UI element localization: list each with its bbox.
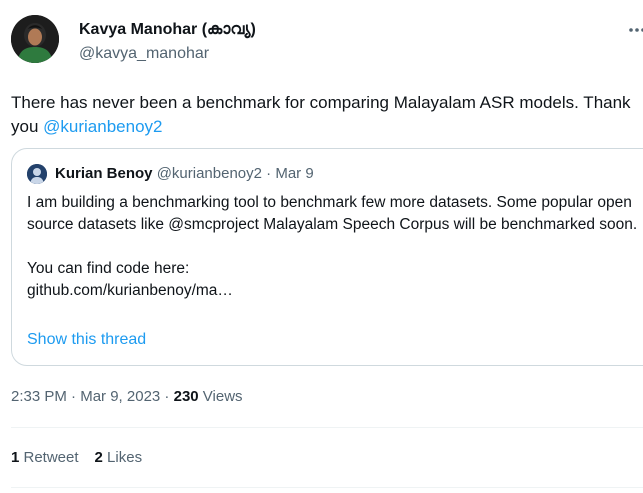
retweets-stat[interactable]: 1 Retweet xyxy=(11,449,79,466)
author-avatar[interactable] xyxy=(11,15,59,63)
tweet-time[interactable]: 2:33 PM xyxy=(11,388,67,405)
quoted-avatar-photo-icon xyxy=(27,164,47,184)
likes-stat[interactable]: 2 Likes xyxy=(95,449,143,466)
meta-separator: · xyxy=(66,388,81,405)
likes-label: Likes xyxy=(102,449,143,466)
quoted-separator: · xyxy=(261,165,276,182)
quoted-tweet[interactable]: Kurian Benoy @kurianbenoy2 · Mar 9 I am … xyxy=(11,148,643,366)
quoted-header: Kurian Benoy @kurianbenoy2 · Mar 9 xyxy=(55,165,314,182)
quoted-author-name[interactable]: Kurian Benoy xyxy=(55,165,153,182)
quoted-paragraph-1: I am building a benchmarking tool to ben… xyxy=(27,194,638,233)
likes-count: 2 xyxy=(94,449,103,466)
quoted-author-handle[interactable]: @kurianbenoy2 xyxy=(157,165,262,182)
author-name[interactable]: Kavya Manohar (കാവ്യ) xyxy=(79,21,256,39)
divider xyxy=(11,427,643,428)
tweet-date[interactable]: Mar 9, 2023 xyxy=(80,388,160,405)
quoted-paragraph-2: You can find code here: xyxy=(27,260,190,277)
mention-link[interactable]: @kurianbenoy2 xyxy=(43,117,162,136)
views-count: 230 xyxy=(173,388,199,405)
show-thread-link[interactable]: Show this thread xyxy=(27,331,146,349)
meta-separator-2: · xyxy=(160,388,174,405)
quoted-date[interactable]: Mar 9 xyxy=(275,165,313,182)
tweet-text: There has never been a benchmark for com… xyxy=(11,91,631,139)
quoted-body: I am building a benchmarking tool to ben… xyxy=(27,192,643,302)
author-handle[interactable]: @kavya_manohar xyxy=(79,45,209,63)
retweets-label: Retweet xyxy=(19,449,79,466)
tweet-detail: Kavya Manohar (കാവ്യ) @kavya_manohar The… xyxy=(0,0,643,493)
tweet-meta: 2:33 PM · Mar 9, 2023 · 230 Views xyxy=(11,388,243,405)
views-label: Views xyxy=(198,388,243,405)
more-horizontal-icon[interactable] xyxy=(627,20,643,44)
tweet-stats: 1 Retweet 2 Likes xyxy=(11,449,158,466)
quoted-author-avatar[interactable] xyxy=(27,164,47,184)
divider-bottom xyxy=(11,487,643,488)
quoted-link[interactable]: github.com/kurianbenoy/ma… xyxy=(27,280,643,302)
avatar-photo-icon xyxy=(11,15,59,63)
